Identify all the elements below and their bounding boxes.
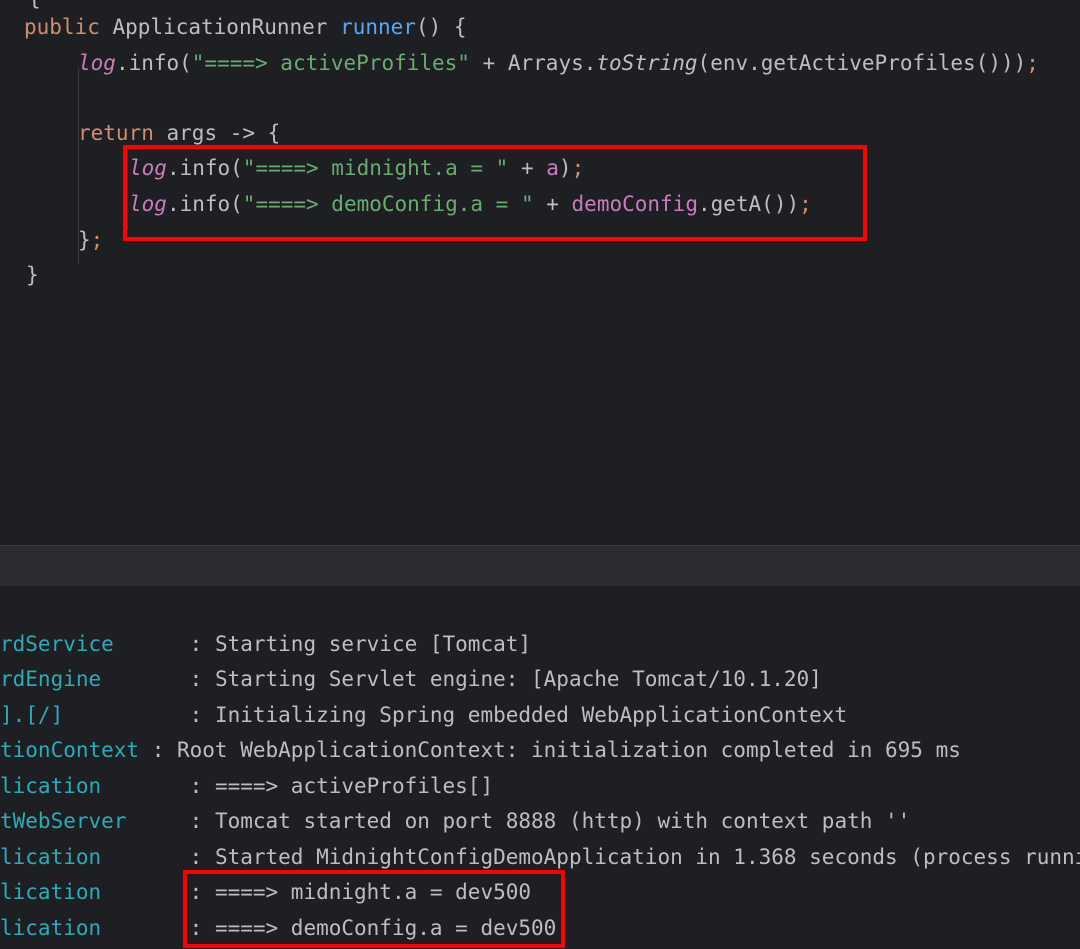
code-line-7[interactable]: }; [78, 222, 103, 258]
console-line: tionContext : Root WebApplicationContext… [0, 738, 961, 762]
console-line: ].[/] : Initializing Spring embedded Web… [0, 703, 848, 727]
console-line: lication : ====> activeProfiles[] [0, 774, 494, 798]
panel-divider[interactable] [0, 545, 1080, 587]
console-line: rdService : Starting service [Tomcat] [0, 632, 532, 656]
console-highlight-box [183, 870, 565, 948]
console-line: tWebServer : Tomcat started on port 8888… [0, 809, 911, 833]
code-line-1[interactable]: public ApplicationRunner runner() { [24, 9, 467, 45]
console-line: rdEngine : Starting Servlet engine: [Apa… [0, 667, 822, 691]
code-line-2[interactable]: log.info("====> activeProfiles" + Arrays… [78, 45, 1039, 81]
code-editor[interactable]: { public ApplicationRunner runner() { lo… [0, 0, 1080, 545]
code-line-8[interactable]: } [26, 257, 39, 293]
code-highlight-box [123, 145, 867, 241]
run-console[interactable]: rdService : Starting service [Tomcat] rd… [0, 586, 1080, 949]
